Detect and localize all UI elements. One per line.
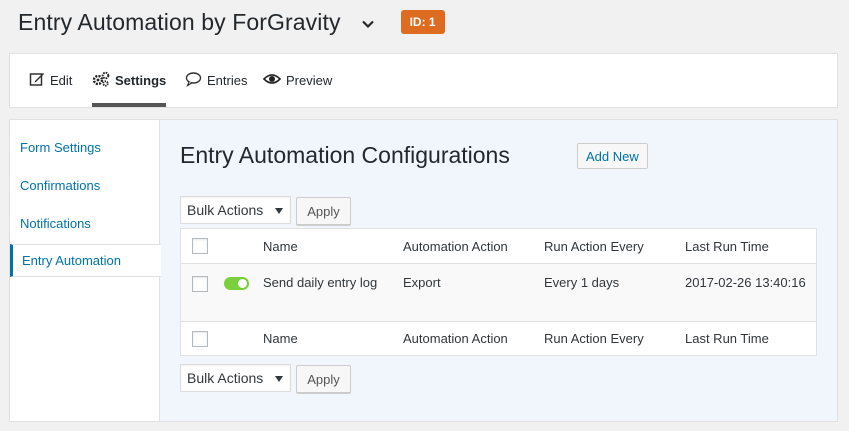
apply-button-top[interactable]: Apply bbox=[296, 197, 351, 225]
main-content: Entry Automation Configurations Add New … bbox=[160, 120, 837, 421]
form-toolbar: Edit Settings Entries Preview bbox=[9, 53, 838, 108]
table-footer-row: Name Automation Action Run Action Every … bbox=[181, 321, 816, 355]
column-footer-automation-action[interactable]: Automation Action bbox=[403, 322, 508, 355]
table-row: Send daily entry log Export Every 1 days… bbox=[181, 264, 816, 321]
chevron-down-icon[interactable] bbox=[361, 17, 375, 31]
configurations-table: Name Automation Action Run Action Every … bbox=[180, 228, 817, 356]
column-footer-run-action-every[interactable]: Run Action Every bbox=[544, 322, 644, 355]
eye-icon bbox=[262, 71, 286, 90]
toolbar-entries[interactable]: Entries bbox=[185, 54, 247, 107]
row-last-run-time: 2017-02-26 13:40:16 bbox=[685, 275, 806, 290]
toolbar-preview-label: Preview bbox=[286, 73, 333, 88]
active-toggle[interactable] bbox=[224, 277, 249, 290]
settings-sidebar: Form Settings Confirmations Notification… bbox=[10, 120, 161, 421]
add-new-button[interactable]: Add New bbox=[577, 143, 648, 169]
toolbar-edit-label: Edit bbox=[50, 73, 73, 88]
toolbar-entries-label: Entries bbox=[207, 73, 248, 88]
bulk-actions-select-bottom[interactable]: Bulk Actions bbox=[180, 364, 291, 392]
row-checkbox[interactable] bbox=[192, 276, 208, 292]
column-header-last-run-time[interactable]: Last Run Time bbox=[685, 229, 769, 263]
apply-button-bottom[interactable]: Apply bbox=[296, 365, 351, 393]
sidebar-item-entry-automation[interactable]: Entry Automation bbox=[10, 244, 161, 277]
form-title[interactable]: Entry Automation by ForGravity bbox=[18, 9, 341, 36]
select-all-checkbox-footer[interactable] bbox=[192, 330, 208, 347]
form-title-row: Entry Automation by ForGravity ID: 1 bbox=[18, 6, 445, 38]
bulk-actions-select-top[interactable]: Bulk Actions bbox=[180, 196, 291, 224]
dropdown-caret-icon bbox=[275, 208, 283, 214]
table-header-row: Name Automation Action Run Action Every … bbox=[181, 229, 816, 264]
column-header-run-action-every[interactable]: Run Action Every bbox=[544, 229, 644, 263]
column-footer-last-run-time[interactable]: Last Run Time bbox=[685, 322, 769, 355]
toolbar-settings-label: Settings bbox=[115, 73, 167, 88]
column-header-name[interactable]: Name bbox=[263, 229, 298, 263]
gears-icon bbox=[92, 71, 115, 90]
column-footer-name[interactable]: Name bbox=[263, 322, 298, 355]
column-header-automation-action[interactable]: Automation Action bbox=[403, 229, 508, 263]
row-name[interactable]: Send daily entry log bbox=[263, 264, 377, 321]
sidebar-item-confirmations[interactable]: Confirmations bbox=[10, 169, 160, 201]
sidebar-item-form-settings[interactable]: Form Settings bbox=[10, 131, 160, 163]
toolbar-edit[interactable]: Edit bbox=[29, 54, 72, 107]
row-automation-action: Export bbox=[403, 275, 441, 290]
form-id-badge: ID: 1 bbox=[400, 10, 445, 34]
sidebar-item-notifications[interactable]: Notifications bbox=[10, 207, 160, 239]
comment-icon bbox=[185, 71, 207, 90]
row-run-every: Every 1 days bbox=[544, 275, 620, 290]
dropdown-caret-icon bbox=[275, 376, 283, 382]
settings-panel: Form Settings Confirmations Notification… bbox=[9, 119, 838, 422]
toolbar-preview[interactable]: Preview bbox=[262, 54, 333, 107]
toolbar-settings[interactable]: Settings bbox=[92, 54, 167, 107]
bulk-actions-label: Bulk Actions bbox=[187, 202, 264, 218]
edit-icon bbox=[29, 71, 50, 90]
select-all-checkbox[interactable] bbox=[192, 238, 208, 254]
page-title: Entry Automation Configurations bbox=[180, 142, 510, 168]
bulk-actions-label: Bulk Actions bbox=[187, 370, 264, 386]
